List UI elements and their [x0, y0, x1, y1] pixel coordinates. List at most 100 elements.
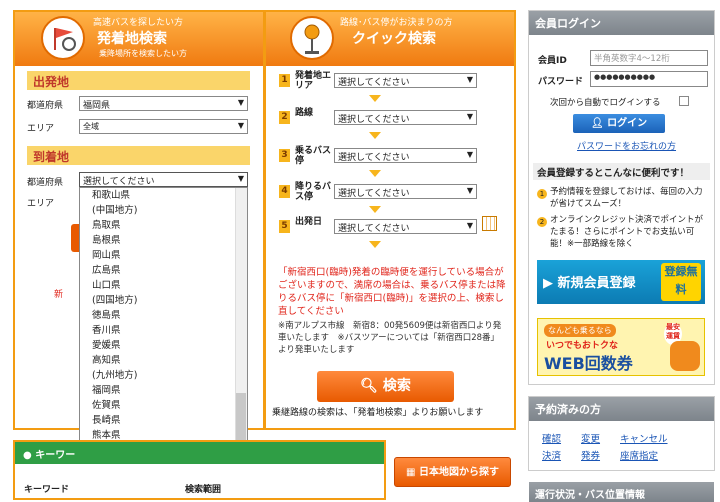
password-input[interactable]: ●●●●●●●●●● — [590, 71, 708, 87]
web-coupon-top: なんども乗るなら — [544, 324, 616, 337]
auto-login-checkbox[interactable] — [679, 96, 689, 106]
new-registration-banner[interactable]: ▶ 新規会員登録 登録無料 — [537, 260, 705, 304]
quick-row-select-value: 選択してください — [338, 78, 410, 88]
bus-stop-icon — [290, 16, 334, 60]
step-number: 5 — [279, 220, 290, 233]
notice-black: ※南アルプス市線 新宿8：00発5609便は新宿西口より発車いたします ※バスツ… — [278, 321, 502, 355]
user-icon: 👤︎ — [590, 118, 604, 129]
left-link-fragment[interactable]: 新 — [54, 287, 63, 300]
quick-row-select-value: 選択してください — [338, 224, 410, 234]
dropdown-option[interactable]: 徳島県 — [80, 308, 247, 323]
dropdown-option[interactable]: 佐賀県 — [80, 398, 247, 413]
quick-row-label: 出発日 — [295, 217, 323, 227]
quick-row-select[interactable]: 選択してください ▼ — [334, 110, 477, 125]
chevron-down-icon: ▼ — [237, 121, 244, 130]
step-number: 4 — [279, 185, 290, 198]
member-id-label: 会員ID — [538, 56, 567, 66]
dest-pref-select[interactable]: 選択してください ▼ — [79, 172, 248, 187]
auto-login-label: 次回から自動でログインする — [550, 98, 661, 108]
web-coupon-title: WEB回数券 — [544, 354, 633, 373]
password-label: パスワード — [538, 77, 584, 87]
search-icon: 🔍︎ — [360, 378, 378, 394]
chevron-down-icon: ▼ — [466, 221, 473, 230]
step-number: 3 — [279, 149, 290, 162]
quick-row-select-value: 選択してください — [338, 153, 410, 163]
chevron-down-icon: ▼ — [237, 98, 244, 107]
dropdown-option[interactable]: (九州地方) — [80, 368, 247, 383]
login-button[interactable]: 👤︎ ログイン — [573, 114, 665, 133]
dropdown-option[interactable]: 広島県 — [80, 263, 247, 278]
destination-section-header: 到着地 — [27, 146, 250, 165]
member-id-input[interactable]: 半角英数字4～12桁 — [590, 50, 708, 66]
member-login-header: 会員ログイン — [529, 11, 714, 35]
down-arrow-icon — [369, 206, 381, 213]
reserved-link[interactable]: 発券 — [581, 448, 600, 462]
bus-mascot-icon — [670, 341, 700, 371]
dropdown-option[interactable]: 長崎県 — [80, 413, 247, 428]
step-number: 1 — [279, 74, 290, 87]
departure-search-title: 発着地検索 — [97, 31, 167, 47]
dropdown-option[interactable]: 岡山県 — [80, 248, 247, 263]
chevron-down-icon: ▼ — [466, 150, 473, 159]
reserved-link[interactable]: 変更 — [581, 431, 600, 445]
departure-search-header: 高速バスを探したい方 発着地検索 乗降場所を検索したい方 — [15, 12, 263, 66]
down-arrow-icon — [369, 170, 381, 177]
dropdown-option[interactable]: 香川県 — [80, 323, 247, 338]
quick-row-select[interactable]: 選択してください ▼ — [334, 73, 477, 88]
chevron-down-icon: ▼ — [466, 186, 473, 195]
arrow-right-icon: ▶ — [543, 276, 553, 291]
web-coupon-banner[interactable]: なんども乗るなら いつでもおトクな WEB回数券 最安運賃 — [537, 318, 705, 376]
dropdown-option[interactable]: 島根県 — [80, 233, 247, 248]
dropdown-option[interactable]: 鳥取県 — [80, 218, 247, 233]
dropdown-option[interactable]: 和歌山県 — [80, 188, 247, 203]
down-arrow-icon — [369, 241, 381, 248]
japan-map-search-button[interactable]: ▦ 日本地図から探す — [394, 457, 511, 487]
benefit-header: 会員登録するとこんなに便利です！ — [533, 163, 710, 180]
dest-area-label: エリア — [27, 199, 55, 209]
quick-row-label: 乗るバス停 — [295, 146, 332, 166]
down-arrow-icon — [369, 132, 381, 139]
quick-search-header: 路線･バス停がお決まりの方 クイック検索 — [266, 12, 514, 66]
dropdown-option[interactable]: 山口県 — [80, 278, 247, 293]
departure-search-tagline: 高速バスを探したい方 — [93, 18, 184, 28]
quick-row-select[interactable]: 選択してください ▼ — [334, 148, 477, 163]
origin-pref-select[interactable]: 福岡県 ▼ — [79, 96, 248, 111]
reserved-link[interactable]: 座席指定 — [620, 448, 658, 462]
benefit-1-icon: 1 — [537, 189, 547, 199]
reserved-header: 予約済みの方 — [529, 397, 714, 421]
dropdown-option[interactable]: 愛媛県 — [80, 338, 247, 353]
departure-search-subtitle: 乗降場所を検索したい方 — [99, 49, 187, 58]
calendar-icon[interactable] — [482, 216, 497, 231]
keyword-label: キーワード — [24, 485, 70, 495]
reserved-link[interactable]: 決済 — [542, 448, 561, 462]
reserved-link[interactable]: 確認 — [542, 431, 561, 445]
dropdown-option[interactable]: 福岡県 — [80, 383, 247, 398]
chevron-down-icon: ▼ — [237, 174, 244, 183]
step-number: 2 — [279, 111, 290, 124]
origin-area-label: エリア — [27, 124, 55, 134]
quick-row-select[interactable]: 選択してください ▼ — [334, 219, 477, 234]
origin-area-select[interactable]: 全域 ▼ — [79, 119, 248, 134]
chevron-down-icon: ▼ — [466, 75, 473, 84]
quick-row-select[interactable]: 選択してください ▼ — [334, 184, 477, 199]
notice-red: 「新宿西口(臨時)発着の臨時便を運行している場合がございますので、満席の場合は、… — [278, 267, 506, 317]
registration-free-badge: 登録無料 — [661, 263, 701, 301]
transfer-footnote: 乗継路線の検索は、「発着地検索」よりお願いします — [272, 408, 484, 418]
grid-icon: ▦ — [406, 467, 416, 478]
origin-pref-label: 都道府県 — [27, 101, 64, 111]
operation-status-header: 運行状況・バス位置情報 — [529, 482, 714, 502]
quick-search-button[interactable]: 🔍︎ 検索 — [317, 371, 454, 402]
quick-row-label: 降りるバス停 — [295, 182, 332, 202]
dropdown-option[interactable]: (四国地方) — [80, 293, 247, 308]
dropdown-option[interactable]: (中国地方) — [80, 203, 247, 218]
reserved-link[interactable]: キャンセル — [620, 431, 668, 445]
quick-search-title: クイック検索 — [352, 31, 436, 47]
chevron-down-icon: ▼ — [466, 112, 473, 121]
dropdown-option[interactable]: 高知県 — [80, 353, 247, 368]
benefit-1-text: 予約情報を登録しておけば、毎回の入力が省けてスムーズ！ — [550, 187, 703, 209]
origin-section-header: 出発地 — [27, 71, 250, 90]
forgot-password-link[interactable]: パスワードをお忘れの方 — [577, 139, 676, 152]
quick-search-tagline: 路線･バス停がお決まりの方 — [340, 18, 453, 28]
quick-row-label: 路線 — [295, 108, 314, 118]
down-arrow-icon — [369, 95, 381, 102]
